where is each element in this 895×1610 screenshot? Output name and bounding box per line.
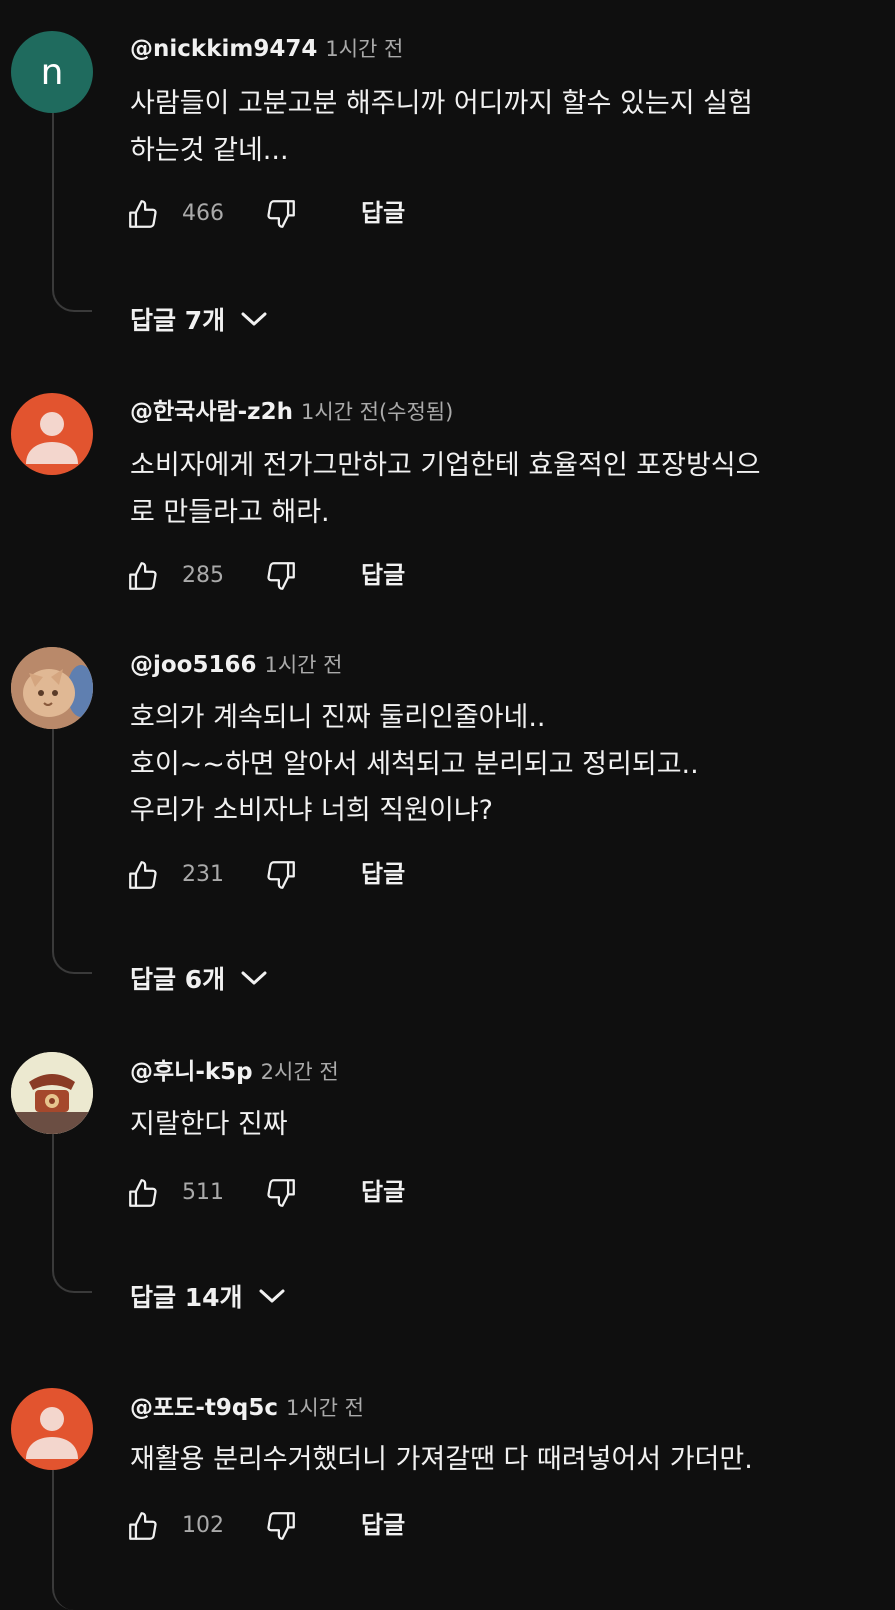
thumbs-up-icon[interactable] <box>126 197 160 231</box>
author-name[interactable]: @nickkim9474 <box>130 36 317 62</box>
comment-text: 호의가 계속되니 진짜 둘리인줄아네.. <box>130 702 546 733</box>
like-count: 285 <box>182 563 224 588</box>
timestamp[interactable]: 1시간 전(수정됨) <box>301 400 453 424</box>
comment-header: @한국사람-z2h 1시간 전(수정됨) <box>130 397 453 427</box>
chevron-down-icon <box>259 1289 284 1303</box>
avatar[interactable] <box>11 1388 93 1470</box>
thumbs-up-icon[interactable] <box>126 1176 160 1210</box>
comment-header: @joo5166 1시간 전 <box>130 650 343 680</box>
comment-text: 하는것 같네... <box>130 135 289 166</box>
view-replies-button[interactable]: 답글 7개 <box>130 299 269 339</box>
thread-line <box>52 1470 92 1610</box>
comment-text: 지랄한다 진짜 <box>130 1109 288 1140</box>
telephone-photo-icon <box>11 1052 93 1134</box>
comment-header: @nickkim9474 1시간 전 <box>130 34 403 64</box>
thumbs-down-icon[interactable] <box>264 559 298 593</box>
thumbs-down-icon[interactable] <box>264 197 298 231</box>
replies-count: 답글 6개 <box>130 965 226 994</box>
view-replies-button[interactable]: 답글 14개 <box>130 1276 287 1316</box>
comment-text: 호이~~하면 알아서 세척되고 분리되고 정리되고.. <box>130 749 699 780</box>
avatar[interactable]: n <box>11 31 93 113</box>
timestamp[interactable]: 2시간 전 <box>261 1060 339 1084</box>
thread-line <box>52 1133 92 1293</box>
comment-text: 사람들이 고분고분 해주니까 어디까지 할수 있는지 실험 <box>130 88 753 119</box>
avatar[interactable] <box>11 1052 93 1134</box>
comment-text: 재활용 분리수거했더니 가져갈땐 다 때려넣어서 가더만. <box>130 1444 753 1475</box>
replies-count: 답글 7개 <box>130 306 226 335</box>
thumbs-up-icon[interactable] <box>126 1509 160 1543</box>
default-avatar-icon <box>26 412 78 464</box>
view-replies-button[interactable]: 답글 6개 <box>130 958 269 998</box>
default-avatar-icon <box>26 1407 78 1459</box>
avatar[interactable] <box>11 393 93 475</box>
comment-text: 로 만들라고 해라. <box>130 497 330 528</box>
thumbs-down-icon[interactable] <box>264 858 298 892</box>
comment-text: 소비자에게 전가그만하고 기업한테 효율적인 포장방식으 <box>130 450 761 481</box>
comment-actions: 102 답글 <box>126 1505 446 1545</box>
comment-actions: 285 답글 <box>126 555 446 595</box>
author-name[interactable]: @한국사람-z2h <box>130 399 293 425</box>
author-name[interactable]: @포도-t9q5c <box>130 1395 278 1421</box>
comment-text: 우리가 소비자냐 너희 직원이냐? <box>130 795 493 826</box>
reply-button[interactable]: 답글 <box>361 197 405 229</box>
comment-header: @후니-k5p 2시간 전 <box>130 1057 339 1087</box>
like-count: 466 <box>182 201 224 226</box>
comment-header: @포도-t9q5c 1시간 전 <box>130 1393 364 1423</box>
chevron-down-icon <box>241 312 267 326</box>
author-name[interactable]: @joo5166 <box>130 652 257 678</box>
author-name[interactable]: @후니-k5p <box>130 1059 253 1085</box>
like-count: 511 <box>182 1180 224 1205</box>
cat-photo-icon <box>11 647 93 729</box>
thumbs-down-icon[interactable] <box>264 1509 298 1543</box>
chevron-down-icon <box>241 971 267 985</box>
avatar[interactable] <box>11 647 93 729</box>
thumbs-up-icon[interactable] <box>126 559 160 593</box>
timestamp[interactable]: 1시간 전 <box>325 37 403 61</box>
comment-actions: 231 답글 <box>126 854 446 894</box>
reply-button[interactable]: 답글 <box>361 1176 405 1208</box>
thread-line <box>52 727 92 974</box>
reply-button[interactable]: 답글 <box>361 559 405 591</box>
comment-actions: 466 답글 <box>126 193 446 233</box>
like-count: 231 <box>182 862 224 887</box>
thumbs-up-icon[interactable] <box>126 858 160 892</box>
timestamp[interactable]: 1시간 전 <box>286 1396 364 1420</box>
replies-count: 답글 14개 <box>130 1283 243 1312</box>
thumbs-down-icon[interactable] <box>264 1176 298 1210</box>
reply-button[interactable]: 답글 <box>361 1509 405 1541</box>
reply-button[interactable]: 답글 <box>361 858 405 890</box>
comment-actions: 511 답글 <box>126 1172 446 1212</box>
thread-line <box>52 110 92 312</box>
like-count: 102 <box>182 1513 224 1538</box>
timestamp[interactable]: 1시간 전 <box>265 653 343 677</box>
